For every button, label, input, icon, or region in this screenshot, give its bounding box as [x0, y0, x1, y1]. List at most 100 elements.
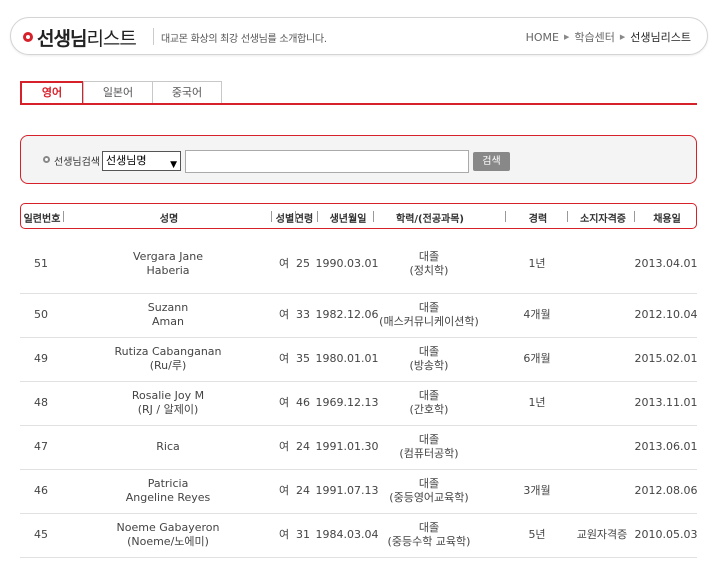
cell-name: Noeme Gabayeron (Noeme/노에미) [117, 521, 220, 549]
cell-age: 46 [296, 396, 310, 409]
column-header: 성명 [159, 214, 179, 225]
column-divider [295, 211, 296, 222]
cell-birth: 1980.01.01 [315, 352, 379, 365]
page-description: 대교몬 화상의 최강 선생님를 소개합니다. [161, 34, 327, 45]
cell-gender: 여 [278, 257, 290, 270]
cell-line: 대졸 [418, 521, 440, 534]
chevron-down-icon: ▼ [170, 160, 177, 170]
cell-name: Rutiza Cabanganan (Ru/루) [114, 345, 221, 373]
cell-line: Haberia [146, 264, 190, 277]
search-button[interactable]: 검색 [473, 152, 510, 171]
cell-no: 47 [34, 440, 48, 453]
title-bold: 선생님 [37, 28, 87, 50]
language-tabs: 영어 일본어 중국어 [20, 81, 222, 103]
cell-line: Angeline Reyes [125, 491, 211, 504]
cell-age: 35 [296, 352, 310, 365]
cell-no: 48 [34, 396, 48, 409]
cell-career: 3개월 [523, 484, 551, 497]
cell-career: 5년 [528, 528, 546, 541]
cell-edu: 대졸 (컴퓨터공학) [399, 433, 458, 461]
cell-age: 31 [296, 528, 310, 541]
search-input[interactable] [185, 150, 469, 173]
cell-birth: 1990.03.01 [315, 257, 379, 270]
table-row: 49 Rutiza Cabanganan (Ru/루) 여 35 1980.01.01 대졸… [20, 338, 697, 382]
cell-edu: 대졸 (중등영어교육학) [389, 477, 468, 505]
column-divider [567, 211, 568, 222]
cell-no: 45 [34, 528, 48, 541]
search-label: 선생님검색 [54, 157, 100, 168]
page-header: 선생님리스트 대교몬 화상의 최강 선생님를 소개합니다. HOME ▶ 학습센… [10, 17, 708, 55]
cell-edu: 대졸 (간호학) [410, 389, 449, 417]
tab-english[interactable]: 영어 [20, 81, 84, 103]
cell-hired: 2012.08.06 [634, 484, 698, 497]
cell-name: Vergara Jane Haberia [133, 250, 203, 278]
cell-hired: 2015.02.01 [634, 352, 698, 365]
cell-line: (컴퓨터공학) [399, 447, 459, 460]
title-light: 리스트 [86, 28, 136, 50]
column-divider [63, 211, 64, 222]
cell-edu: 대졸 (방송학) [410, 345, 449, 373]
cell-age: 24 [296, 440, 310, 453]
cell-gender: 여 [278, 440, 290, 453]
cell-age: 24 [296, 484, 310, 497]
cell-gender: 여 [278, 308, 290, 321]
column-divider [373, 211, 374, 222]
tab-japanese[interactable]: 일본어 [83, 81, 153, 103]
cell-gender: 여 [278, 352, 290, 365]
cell-line: 대졸 [418, 433, 440, 446]
cell-name: Patricia Angeline Reyes [126, 477, 211, 505]
tab-underline [20, 103, 697, 105]
cell-line: (RJ / 알제이) [137, 403, 199, 416]
header-divider [153, 28, 154, 45]
cell-name: Rica [156, 440, 180, 454]
cell-line: (Ru/루) [149, 359, 187, 372]
search-type-select[interactable]: 선생님명 ▼ [102, 151, 181, 171]
cell-hired: 2012.10.04 [634, 308, 698, 321]
cell-no: 50 [34, 308, 48, 321]
breadcrumb-current: 선생님리스트 [630, 31, 691, 44]
table-row: 51 Vergara Jane Haberia 여 25 1990.03.01 대졸 (정치학… [20, 238, 697, 294]
cell-line: Rosalie Joy M [131, 389, 205, 402]
cell-line: Vergara Jane [133, 250, 203, 263]
cell-no: 51 [34, 257, 48, 270]
cell-birth: 1991.07.13 [315, 484, 379, 497]
breadcrumb-home[interactable]: HOME [526, 31, 559, 44]
cell-hired: 2013.06.01 [634, 440, 698, 453]
column-divider [271, 211, 272, 222]
cell-birth: 1969.12.13 [315, 396, 379, 409]
cell-edu: 대졸 (정치학) [410, 250, 449, 278]
cell-hired: 2013.11.01 [634, 396, 698, 409]
column-header: 학력/(전공과목) [396, 214, 464, 225]
table-row: 46 Patricia Angeline Reyes 여 24 1991.07.13 대졸(… [20, 470, 697, 514]
cell-line: Rutiza Cabanganan [114, 345, 222, 358]
cell-line: (매스커뮤니케이션학) [379, 315, 479, 328]
cell-gender: 여 [278, 484, 290, 497]
table-row: 45 Noeme Gabayeron (Noeme/노에미) 여 31 1984.03.0… [20, 514, 697, 558]
column-header: 소지자격증 [580, 214, 626, 225]
cell-line: Patricia [147, 477, 189, 490]
column-header: 연령 [294, 214, 314, 225]
cell-gender: 여 [278, 528, 290, 541]
cell-birth: 1982.12.06 [315, 308, 379, 321]
cell-age: 25 [296, 257, 310, 270]
cell-name: Suzann Aman [148, 301, 188, 329]
cell-career: 1년 [528, 396, 546, 409]
search-type-value: 선생님명 [106, 154, 147, 167]
breadcrumb: HOME ▶ 학습센터 ▶ 선생님리스트 [526, 29, 691, 45]
tab-chinese[interactable]: 중국어 [152, 81, 222, 103]
cell-cert: 교원자격증 [576, 528, 628, 541]
cell-line: (중등영어교육학) [389, 491, 469, 504]
table-row: 50 Suzann Aman 여 33 1982.12.06 대졸 (매스커뮤니케이션학) 4개… [20, 294, 697, 338]
table-header: 일련번호 성명 성별 연령 생년월일 학력/(전공과목) 경력 소지자격증 채용일 [20, 203, 697, 229]
column-divider [317, 211, 318, 222]
cell-line: (중등수학 교육학) [387, 535, 471, 548]
cell-line: 대졸 [418, 389, 440, 402]
cell-line: 대졸 [418, 250, 440, 263]
cell-career: 4개월 [523, 308, 551, 321]
breadcrumb-learning-center[interactable]: 학습센터 [574, 29, 614, 45]
cell-line: 대졸 [418, 345, 440, 358]
cell-line: 대졸 [418, 477, 440, 490]
cell-birth: 1984.03.04 [315, 528, 379, 541]
table-row: 47 Rica 여 24 1991.01.30 대졸 (컴퓨터공학) 2013.06.01 [20, 426, 697, 470]
cell-line: Suzann [147, 301, 189, 314]
